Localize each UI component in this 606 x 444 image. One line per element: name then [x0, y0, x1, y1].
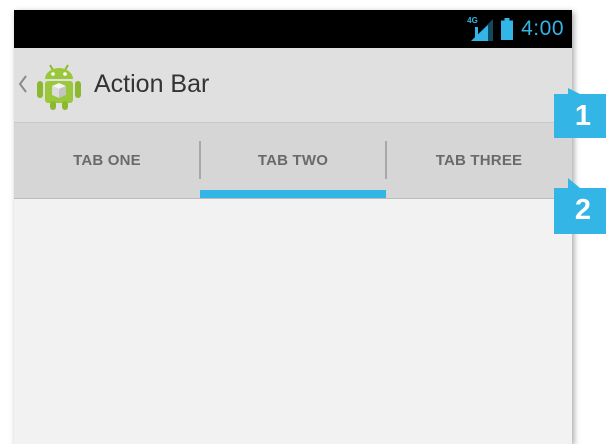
signal-icon: 4G	[467, 16, 494, 41]
action-bar-title: Action Bar	[94, 70, 210, 98]
android-app-icon[interactable]	[36, 62, 82, 110]
annotated-screenshot: 4G 4:00 Action Bar TAB ONE TAB TWO TAB T…	[0, 0, 606, 444]
tab-two[interactable]: TAB TWO	[200, 123, 386, 198]
tab-divider	[199, 141, 201, 179]
callout-2: 2	[554, 178, 606, 234]
action-bar: Action Bar	[14, 48, 572, 123]
tab-one[interactable]: TAB ONE	[14, 123, 200, 198]
tab-bar: TAB ONE TAB TWO TAB THREE	[14, 123, 572, 199]
status-time: 4:00	[521, 17, 564, 40]
tab-label: TAB ONE	[73, 152, 141, 169]
up-caret-icon[interactable]	[17, 74, 29, 94]
content-area	[14, 199, 572, 444]
tab-divider	[385, 141, 387, 179]
callout-1: 1	[554, 88, 606, 138]
status-bar: 4G 4:00	[14, 10, 572, 48]
tab-label: TAB THREE	[435, 152, 523, 169]
selected-tab-indicator	[200, 190, 386, 198]
tab-three[interactable]: TAB THREE	[386, 123, 572, 198]
callout-number: 2	[574, 194, 592, 226]
callout-number: 1	[574, 100, 592, 132]
phone-screen: 4G 4:00 Action Bar TAB ONE TAB TWO TAB T…	[14, 10, 572, 444]
battery-icon	[501, 18, 514, 40]
status-icons: 4G 4:00	[467, 10, 564, 48]
tab-label: TAB TWO	[257, 152, 329, 169]
